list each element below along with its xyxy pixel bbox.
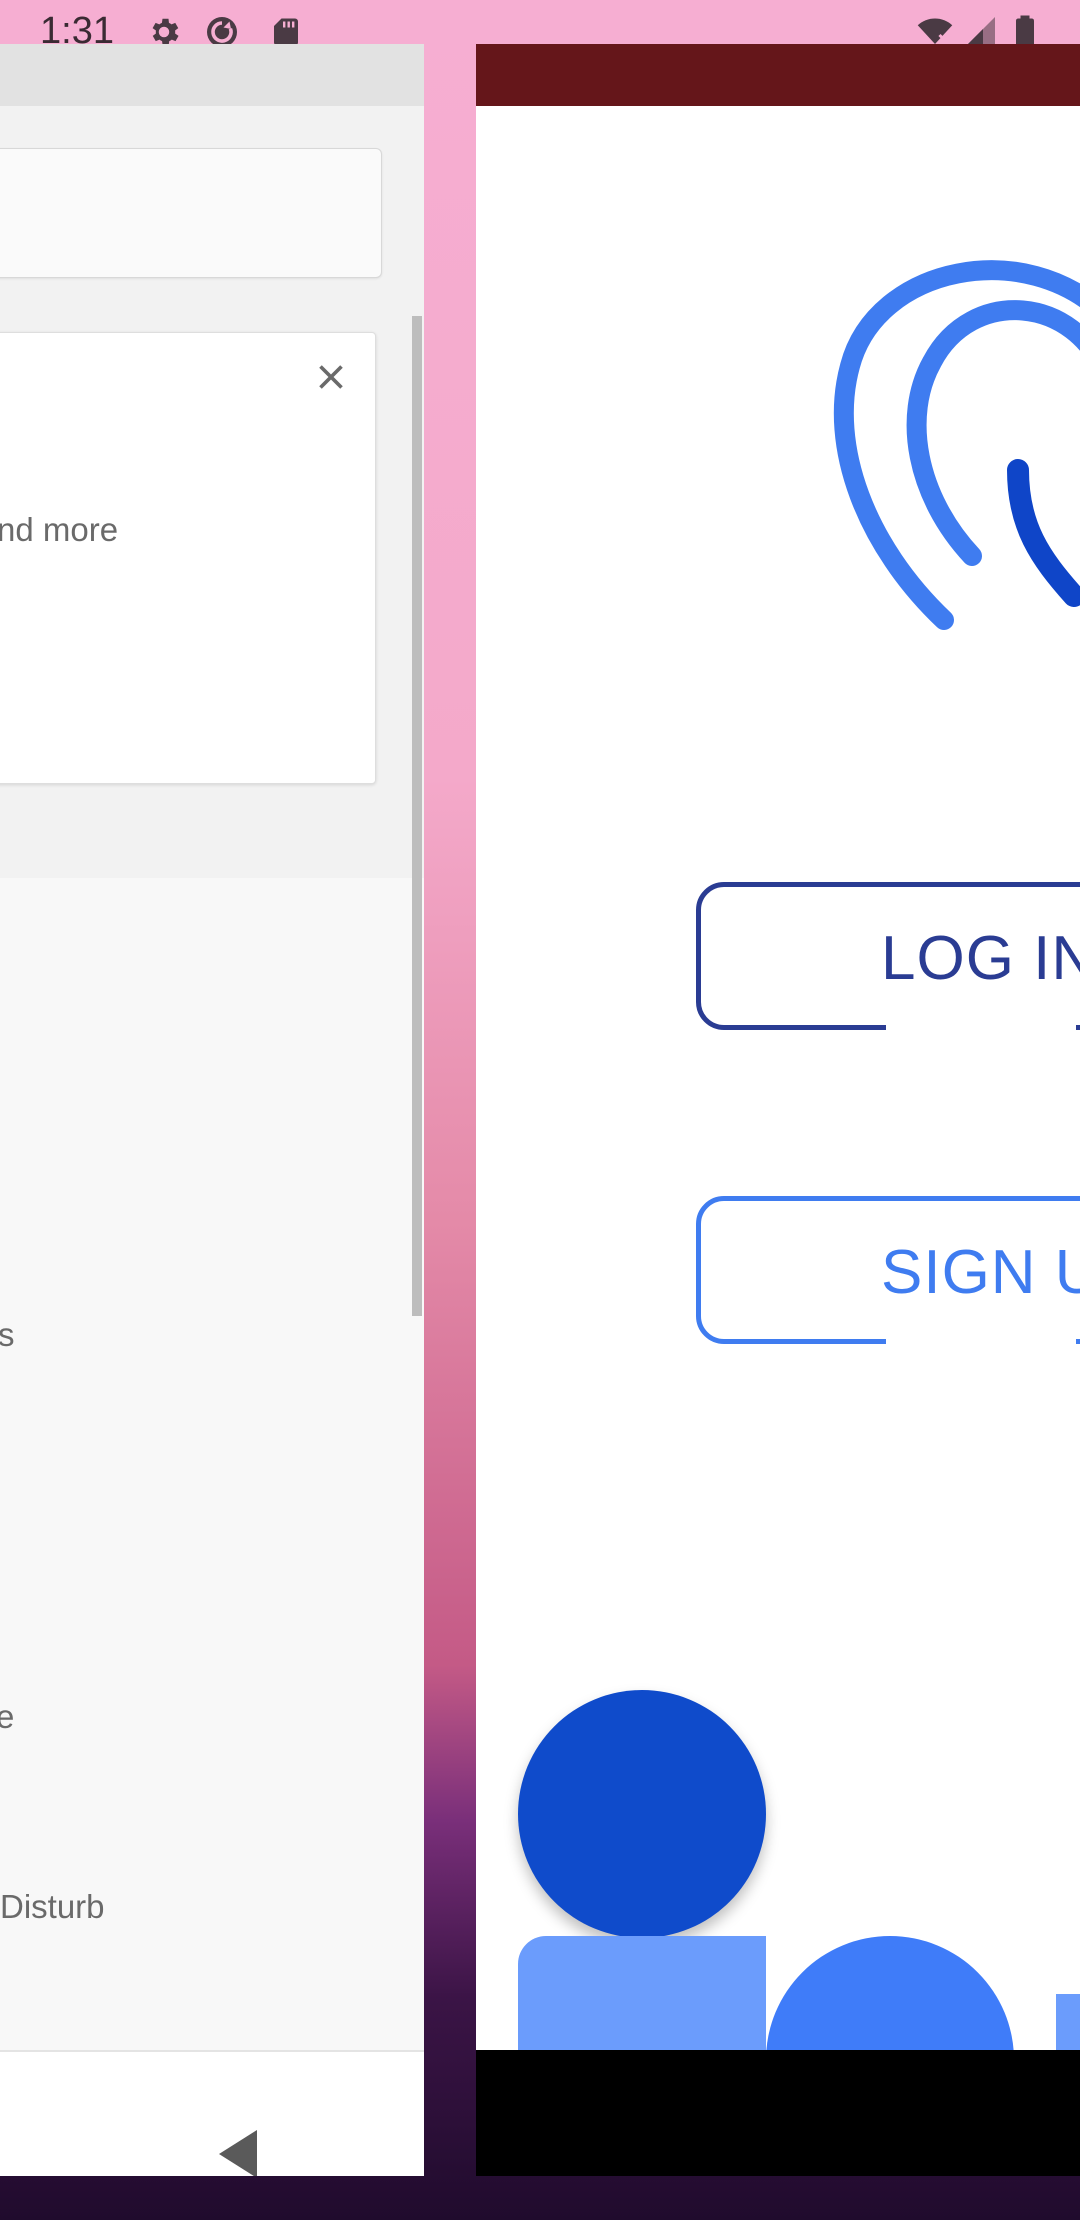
left-window: nd more s e Disturb <box>0 44 424 2176</box>
person-illustration-body <box>1056 1994 1080 2050</box>
person-illustration-body <box>518 1936 766 2050</box>
left-window-toolbar <box>0 44 424 106</box>
person-illustration-head <box>518 1690 766 1938</box>
signup-button-label: SIGN U <box>881 1238 1080 1307</box>
signup-button[interactable]: SIGN U <box>696 1196 1080 1344</box>
app-content: LOG IN SIGN U <box>476 106 1080 2050</box>
navigation-bar <box>0 2050 424 2176</box>
list-item-do-not-disturb[interactable]: Disturb <box>0 1888 105 1926</box>
search-bar[interactable] <box>0 148 382 278</box>
scrollbar[interactable] <box>412 316 422 1316</box>
list-item[interactable]: s <box>0 1316 15 1354</box>
right-window: LOG IN SIGN U <box>476 44 1080 2176</box>
button-divider <box>886 1024 1076 1030</box>
app-toolbar <box>476 44 1080 106</box>
button-divider <box>886 1338 1076 1344</box>
suggestion-card[interactable]: nd more <box>0 332 376 784</box>
app-navigation-bar <box>476 2050 1080 2176</box>
back-icon[interactable] <box>218 2130 260 2176</box>
login-button[interactable]: LOG IN <box>696 882 1080 1030</box>
login-button-label: LOG IN <box>881 924 1080 993</box>
fingerprint-icon <box>833 260 1080 630</box>
person-illustration-head <box>766 1936 1014 2050</box>
suggestion-text: nd more <box>0 511 119 548</box>
list-item[interactable]: e <box>0 1698 14 1736</box>
close-icon[interactable] <box>313 359 349 395</box>
